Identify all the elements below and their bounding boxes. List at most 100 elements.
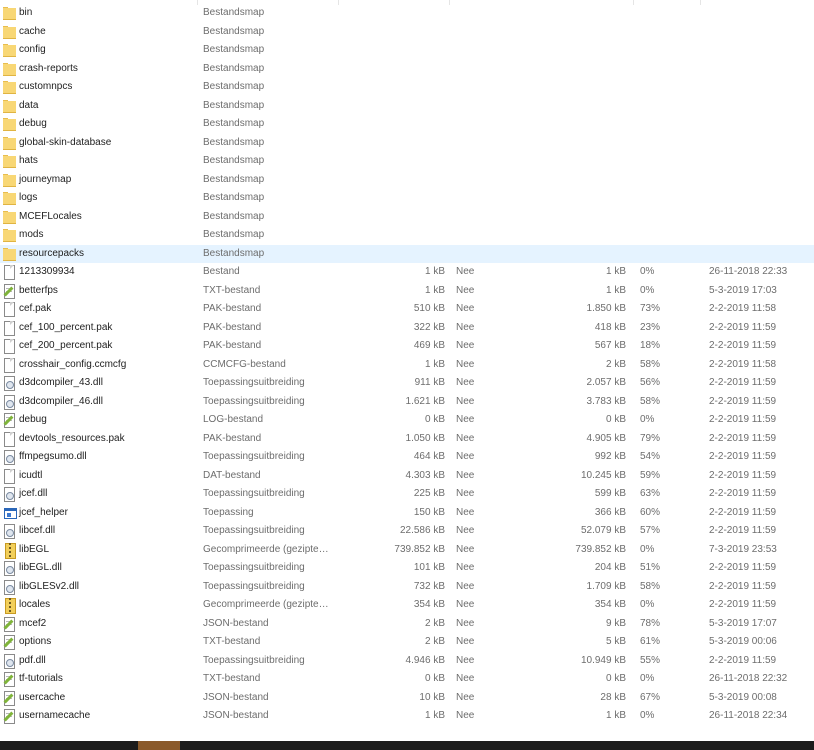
file-name: customnpcs: [19, 81, 73, 92]
file-protected: Nee: [456, 358, 475, 370]
folder-icon: [2, 189, 16, 208]
folder-icon: [2, 41, 16, 60]
file-icon: [2, 319, 16, 338]
file-size: 354 kB: [413, 599, 445, 610]
file-protected: Nee: [456, 525, 475, 536]
file-row[interactable]: cef_100_percent.pak PAK-bestand 322 kB Nee 4…: [0, 319, 814, 338]
file-row[interactable]: MCEFLocales Bestandsmap: [0, 208, 814, 227]
file-type: Bestandsmap: [203, 7, 265, 18]
file-packed-size: 0 kB: [605, 673, 626, 684]
file-size: 911 kB: [414, 377, 445, 388]
file-ratio: 73%: [640, 303, 661, 314]
file-modified-date: 2-2-2019 11:58: [709, 303, 777, 314]
file-row[interactable]: data Bestandsmap: [0, 97, 814, 116]
taskbar-active-app-button[interactable]: [138, 741, 180, 750]
file-row[interactable]: logs Bestandsmap: [0, 189, 814, 208]
file-row[interactable]: betterfps TXT-bestand 1 kB Nee 1 kB 0% 5-3-201…: [0, 282, 814, 301]
file-type: Bestandsmap: [203, 44, 265, 55]
file-row[interactable]: usernamecache JSON-bestand 1 kB Nee 1 kB 0% 26…: [0, 707, 814, 726]
file-type: Toepassingsuitbreiding: [203, 395, 305, 407]
file-row[interactable]: locales Gecomprimeerde (gezipte… 354 kB Nee…: [0, 596, 814, 615]
folder-icon: [2, 115, 16, 134]
file-packed-size: 354 kB: [594, 599, 626, 610]
file-packed-size: 0 kB: [605, 414, 626, 425]
file-row[interactable]: d3dcompiler_43.dll Toepassingsuitbreiding…: [0, 374, 814, 393]
file-size: 464 kB: [413, 451, 445, 462]
file-modified-date: 2-2-2019 11:59: [709, 654, 777, 666]
file-size: 469 kB: [413, 340, 445, 351]
file-row[interactable]: cef.pak PAK-bestand 510 kB Nee 1.850 kB 73% 2-…: [0, 300, 814, 319]
file-row[interactable]: mods Bestandsmap: [0, 226, 814, 245]
file-row[interactable]: crosshair_config.ccmcfg CCMCFG-bestand 1 k…: [0, 356, 814, 375]
file-type: Toepassingsuitbreiding: [203, 654, 305, 666]
file-size: 1.050 kB: [405, 432, 445, 444]
file-name: ffmpegsumo.dll: [19, 451, 87, 462]
file-row[interactable]: libGLESv2.dll Toepassingsuitbreiding 732 k…: [0, 578, 814, 597]
file-row[interactable]: config Bestandsmap: [0, 41, 814, 60]
file-name: d3dcompiler_43.dll: [19, 377, 103, 388]
file-row[interactable]: customnpcs Bestandsmap: [0, 78, 814, 97]
file-row[interactable]: hats Bestandsmap: [0, 152, 814, 171]
file-type: Bestandsmap: [203, 192, 265, 203]
file-row[interactable]: d3dcompiler_46.dll Toepassingsuitbreiding…: [0, 393, 814, 412]
file-ratio: 0%: [640, 599, 655, 610]
file-protected: Nee: [456, 377, 475, 388]
file-packed-size: 28 kB: [600, 691, 626, 703]
file-row[interactable]: debug Bestandsmap: [0, 115, 814, 134]
file-name: betterfps: [19, 284, 58, 296]
file-row[interactable]: options TXT-bestand 2 kB Nee 5 kB 61% 5-3-2019…: [0, 633, 814, 652]
file-type: JSON-bestand: [203, 617, 269, 629]
file-protected: Nee: [456, 599, 475, 610]
file-name: cef_200_percent.pak: [19, 340, 113, 351]
file-row[interactable]: bin Bestandsmap: [0, 4, 814, 23]
file-row[interactable]: devtools_resources.pak PAK-bestand 1.050 k…: [0, 430, 814, 449]
file-row[interactable]: 1213309934 Bestand 1 kB Nee 1 kB 0% 26-11-2018…: [0, 263, 814, 282]
file-protected: Nee: [456, 691, 475, 703]
file-row[interactable]: resourcepacks Bestandsmap: [0, 244, 814, 263]
file-modified-date: 2-2-2019 11:59: [709, 395, 777, 407]
file-row[interactable]: ffmpegsumo.dll Toepassingsuitbreiding 464 …: [0, 448, 814, 467]
file-ratio: 0%: [640, 673, 655, 684]
file-row[interactable]: pdf.dll Toepassingsuitbreiding 4.946 kB Nee…: [0, 652, 814, 671]
file-row[interactable]: libEGL.dll Toepassingsuitbreiding 101 kB Ne…: [0, 559, 814, 578]
file-protected: Nee: [456, 710, 475, 721]
file-packed-size: 739.852 kB: [575, 543, 626, 555]
folder-icon: [2, 134, 16, 153]
text-file-icon: [2, 689, 16, 708]
file-name: debug: [19, 414, 47, 425]
file-row[interactable]: global-skin-database Bestandsmap: [0, 134, 814, 153]
file-size: 0 kB: [424, 414, 445, 425]
file-packed-size: 1.850 kB: [586, 303, 626, 314]
file-row[interactable]: tf-tutorials TXT-bestand 0 kB Nee 0 kB 0% 26-1…: [0, 670, 814, 689]
file-row[interactable]: icudtl DAT-bestand 4.303 kB Nee 10.245 kB 59%…: [0, 467, 814, 486]
folder-icon: [2, 152, 16, 171]
file-row[interactable]: usercache JSON-bestand 10 kB Nee 28 kB 67% 5-3…: [0, 689, 814, 708]
file-type: Bestandsmap: [203, 118, 265, 129]
file-row[interactable]: mcef2 JSON-bestand 2 kB Nee 9 kB 78% 5-3-2019 …: [0, 615, 814, 634]
file-type: JSON-bestand: [203, 691, 269, 703]
file-icon: [2, 263, 16, 282]
file-row[interactable]: crash-reports Bestandsmap: [0, 60, 814, 79]
file-row[interactable]: debug LOG-bestand 0 kB Nee 0 kB 0% 2-2-2019 11…: [0, 411, 814, 430]
file-packed-size: 10.245 kB: [580, 469, 626, 481]
file-row[interactable]: libEGL Gecomprimeerde (gezipte… 739.852 kB…: [0, 541, 814, 560]
file-row[interactable]: libcef.dll Toepassingsuitbreiding 22.586 k…: [0, 522, 814, 541]
file-row[interactable]: jcef.dll Toepassingsuitbreiding 225 kB Nee 5…: [0, 485, 814, 504]
file-name: bin: [19, 7, 33, 18]
file-icon: [2, 467, 16, 486]
file-type: Bestandsmap: [203, 210, 265, 222]
file-protected: Nee: [456, 580, 475, 592]
file-row[interactable]: cef_200_percent.pak PAK-bestand 469 kB Nee 5…: [0, 337, 814, 356]
file-row[interactable]: journeymap Bestandsmap: [0, 171, 814, 190]
file-row[interactable]: jcef_helper Toepassing 150 kB Nee 366 kB 60% 2…: [0, 504, 814, 523]
file-name: usercache: [19, 691, 66, 703]
file-type: PAK-bestand: [203, 340, 262, 351]
file-modified-date: 5-3-2019 17:03: [709, 284, 777, 296]
dll-icon: [2, 559, 16, 578]
file-type: Toepassingsuitbreiding: [203, 525, 305, 536]
application-icon: [2, 504, 17, 523]
file-row[interactable]: cache Bestandsmap: [0, 23, 814, 42]
file-packed-size: 366 kB: [594, 506, 626, 518]
file-protected: Nee: [456, 451, 475, 462]
file-type: PAK-bestand: [203, 432, 262, 444]
